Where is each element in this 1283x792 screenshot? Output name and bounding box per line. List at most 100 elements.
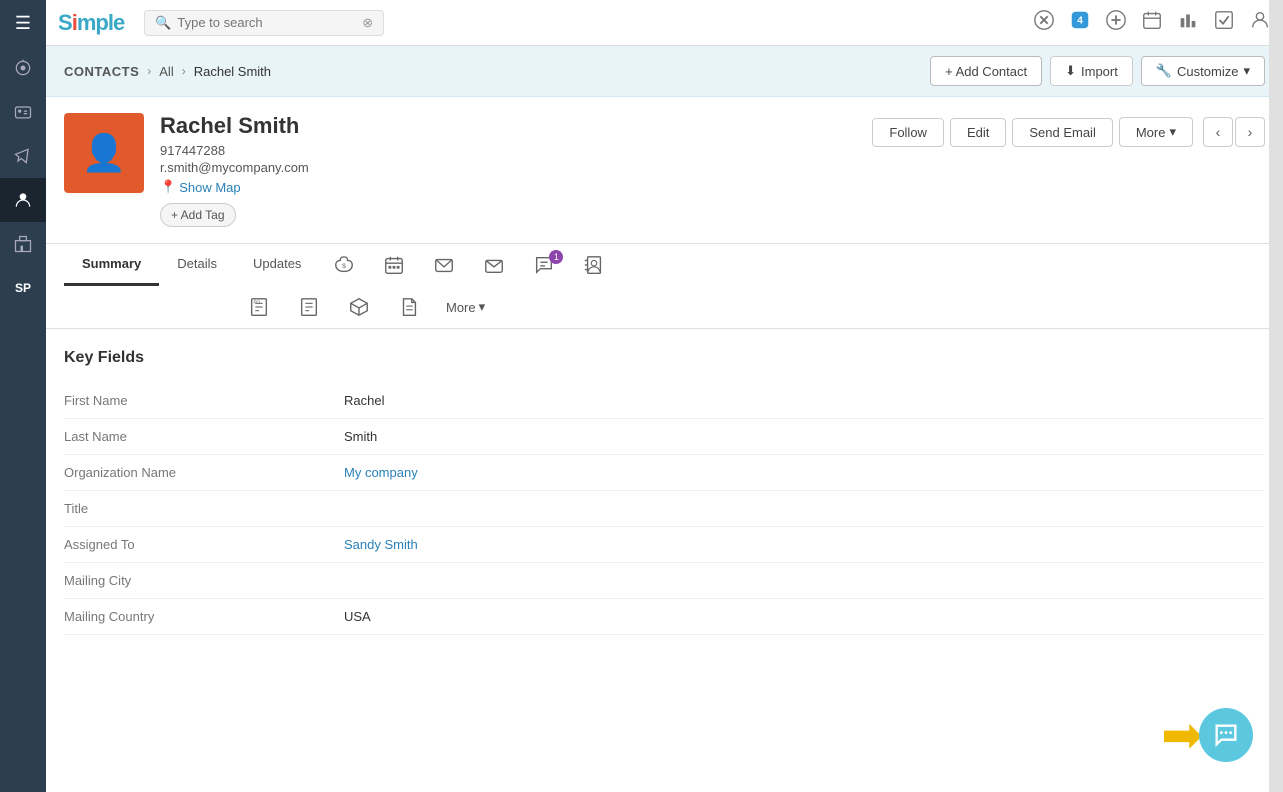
tab-icon-email-closed[interactable] [469,244,519,286]
svg-text:4: 4 [1077,16,1083,27]
field-value-mailing-city [344,573,1265,588]
nav-sp[interactable]: SP [0,266,46,310]
breadcrumb-sep2: › [182,64,186,78]
nav-person[interactable] [0,178,46,222]
import-button[interactable]: ⬇ Import [1050,56,1133,86]
avatar-person-icon: 👤 [82,132,127,174]
nav-contacts[interactable] [0,90,46,134]
next-contact-button[interactable]: › [1235,117,1265,147]
field-last-name: Last Name Smith [64,419,1265,455]
customize-button[interactable]: 🔧 Customize ▾ [1141,56,1265,86]
hamburger-menu[interactable]: ☰ [0,0,46,46]
wrench-icon: 🔧 [1156,63,1172,79]
tab-icon-calendar[interactable] [369,244,419,286]
breadcrumb-actions: + Add Contact ⬇ Import 🔧 Customize ▾ [930,56,1265,86]
top-icon-chart[interactable] [1177,9,1199,36]
top-icon-user[interactable] [1249,9,1271,36]
top-bar: Simple 🔍 ⊗ 4 [46,0,1283,46]
field-mailing-country: Mailing Country USA [64,599,1265,635]
tab-icon-purchase-order[interactable]: PO [234,286,284,328]
contact-actions: Follow Edit Send Email More ▾ ‹ › [872,117,1265,147]
search-box: 🔍 ⊗ [144,10,384,36]
more-chevron-icon: ▾ [1169,124,1176,140]
tabs-section: Summary Details Updates $ 1 [46,244,1283,329]
import-icon: ⬇ [1065,63,1076,79]
add-tag-button[interactable]: + Add Tag [160,203,236,227]
field-label-mailing-country: Mailing Country [64,609,344,624]
chat-badge: 1 [549,250,563,264]
nav-campaigns[interactable] [0,134,46,178]
tab-icon-sales-order[interactable] [284,286,334,328]
edit-button[interactable]: Edit [950,118,1006,147]
svg-text:PO: PO [254,299,261,304]
field-assigned-to: Assigned To Sandy Smith [64,527,1265,563]
field-value-mailing-country: USA [344,609,1265,624]
tabs-row1: Summary Details Updates $ 1 [64,244,1265,286]
top-icon-badge[interactable]: 4 [1069,9,1091,36]
tab-icon-address-book[interactable] [569,244,619,286]
breadcrumb-sep1: › [147,64,151,78]
tab-icon-chat[interactable]: 1 [519,244,569,286]
main-content: Key Fields First Name Rachel Last Name S… [46,329,1283,792]
follow-button[interactable]: Follow [872,118,944,147]
field-label-last-name: Last Name [64,429,344,444]
chat-arrow-icon: ➡ [1161,710,1203,760]
contact-info: Rachel Smith 917447288 r.smith@mycompany… [160,113,856,227]
tabs-row2: PO More ▾ [64,286,1265,328]
top-icon-calendar[interactable] [1141,9,1163,36]
main-area: Simple 🔍 ⊗ 4 [46,0,1283,792]
top-icon-plus[interactable] [1105,9,1127,36]
add-contact-button[interactable]: + Add Contact [930,56,1042,86]
tab-summary[interactable]: Summary [64,244,159,286]
tab-updates[interactable]: Updates [235,244,319,286]
key-fields-title: Key Fields [64,349,1265,367]
field-value-title [344,501,1265,516]
top-icon-x[interactable] [1033,9,1055,36]
search-clear-icon[interactable]: ⊗ [362,15,373,31]
tab-details[interactable]: Details [159,244,235,286]
field-value-first-name: Rachel [344,393,1265,408]
svg-text:$: $ [343,263,347,270]
search-icon: 🔍 [155,15,171,31]
app-logo: Simple [58,10,124,36]
customize-chevron-icon: ▾ [1243,63,1250,79]
field-first-name: First Name Rachel [64,383,1265,419]
tab-icon-email-envelope[interactable] [419,244,469,286]
contact-avatar: 👤 [64,113,144,193]
top-icons: 4 [1033,9,1271,36]
field-mailing-city: Mailing City [64,563,1265,599]
top-icon-check[interactable] [1213,9,1235,36]
tab-icon-money-bag[interactable]: $ [319,244,369,286]
field-label-title: Title [64,501,344,516]
field-value-assigned-to[interactable]: Sandy Smith [344,537,1265,552]
contact-right-section: Follow Edit Send Email More ▾ ‹ › [872,113,1265,147]
more-button[interactable]: More ▾ [1119,117,1193,147]
show-map-link[interactable]: 📍 Show Map [160,179,856,195]
contact-email: r.smith@mycompany.com [160,160,856,175]
tab-icon-box[interactable] [334,286,384,328]
send-email-button[interactable]: Send Email [1012,118,1112,147]
field-label-first-name: First Name [64,393,344,408]
tab-more-button[interactable]: More ▾ [434,289,497,325]
map-pin-icon: 📍 [160,179,176,195]
field-title: Title [64,491,1265,527]
breadcrumb-parent[interactable]: All [159,64,173,79]
contact-phone: 917447288 [160,143,856,158]
content-wrapper: CONTACTS › All › Rachel Smith + Add Cont… [46,46,1283,792]
field-label-mailing-city: Mailing City [64,573,344,588]
prev-contact-button[interactable]: ‹ [1203,117,1233,147]
more-dropdown-icon: ▾ [479,299,486,315]
nav-companies[interactable] [0,222,46,266]
chat-bubble-button[interactable] [1199,708,1253,762]
field-label-assigned-to: Assigned To [64,537,344,552]
tab-icon-document[interactable] [384,286,434,328]
nav-arrows: ‹ › [1203,117,1265,147]
nav-home[interactable] [0,46,46,90]
field-organization: Organization Name My company [64,455,1265,491]
field-value-last-name: Smith [344,429,1265,444]
field-value-organization[interactable]: My company [344,465,1265,480]
breadcrumb-section: CONTACTS [64,64,139,79]
search-input[interactable] [177,15,356,30]
scrollbar[interactable] [1269,0,1283,792]
field-label-organization: Organization Name [64,465,344,480]
